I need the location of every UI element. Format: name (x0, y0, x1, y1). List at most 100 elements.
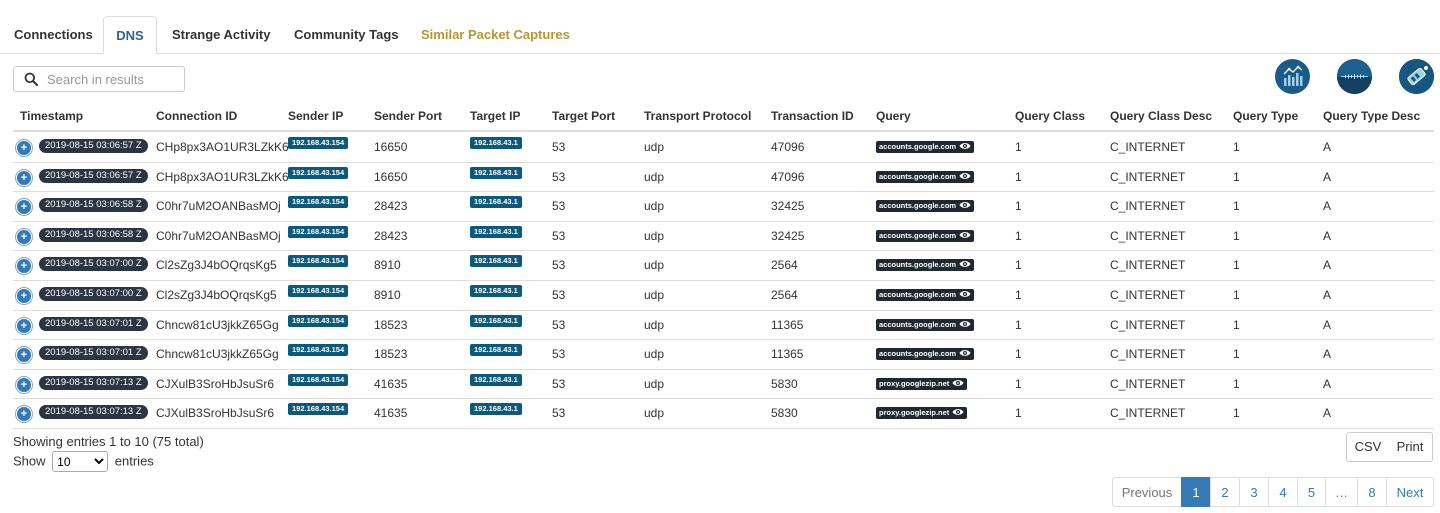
target-ip-badge[interactable]: 192.168.43.1 (470, 196, 522, 209)
connection-id: Chncw81cU3jkkZ65Gg (156, 347, 279, 362)
expand-row-button[interactable]: + (16, 406, 32, 423)
chart-analysis-icon[interactable] (1275, 59, 1310, 94)
expand-row-button[interactable]: + (16, 347, 32, 364)
col-query-class[interactable]: Query Class (1015, 109, 1085, 123)
target-ip-badge[interactable]: 192.168.43.1 (470, 314, 522, 327)
expand-row-button[interactable]: + (16, 140, 32, 156)
connection-id: CJXulB3SroHbJsuSr6 (156, 376, 275, 391)
page-1-button[interactable]: 1 (1181, 477, 1211, 507)
eye-icon[interactable] (952, 378, 964, 392)
col-target-port[interactable]: Target Port (552, 109, 615, 123)
sender-ip-badge[interactable]: 192.168.43.154 (288, 166, 349, 179)
query-text: accounts.google.com (879, 230, 957, 240)
col-sender-port[interactable]: Sender Port (374, 109, 442, 123)
sender-port: 8910 (374, 258, 401, 273)
eye-icon[interactable] (959, 200, 971, 214)
sender-ip-badge[interactable]: 192.168.43.154 (288, 137, 349, 149)
tab-dns[interactable]: DNS (103, 16, 157, 54)
previous-page-button[interactable]: Previous (1112, 477, 1182, 507)
query-type: 1 (1233, 347, 1240, 362)
tab-similar-packet-captures[interactable]: Similar Packet Captures (421, 16, 570, 53)
expand-row-button[interactable]: + (16, 169, 32, 186)
query-class: 1 (1015, 317, 1022, 332)
csv-button[interactable]: CSV (1346, 432, 1390, 462)
page-size-select[interactable]: 102550100 (52, 451, 109, 472)
query-type-desc: A (1323, 406, 1332, 421)
sender-ip-badge[interactable]: 192.168.43.154 (288, 255, 349, 268)
eye-icon[interactable] (959, 171, 971, 185)
expand-row-button[interactable]: + (16, 258, 32, 275)
target-ip-badge[interactable]: 192.168.43.1 (470, 403, 522, 416)
target-ip-badge[interactable]: 192.168.43.1 (470, 285, 522, 297)
packet-capture-icon[interactable] (1399, 59, 1434, 94)
page-5-button[interactable]: 5 (1297, 477, 1326, 507)
eye-icon[interactable] (952, 407, 964, 421)
eye-icon[interactable] (959, 259, 971, 273)
query-class-desc: C_INTERNET (1110, 317, 1186, 332)
tab-connections[interactable]: Connections (14, 16, 93, 53)
col-transaction-id[interactable]: Transaction ID (771, 109, 854, 123)
eye-icon[interactable] (959, 141, 971, 155)
sender-ip-badge[interactable]: 192.168.43.154 (288, 225, 349, 238)
sender-ip-badge[interactable]: 192.168.43.154 (288, 196, 349, 209)
target-ip-badge[interactable]: 192.168.43.1 (470, 137, 522, 149)
search-icon (24, 72, 38, 86)
query-class: 1 (1015, 288, 1022, 302)
expand-row-button[interactable]: + (16, 317, 32, 334)
col-target-ip[interactable]: Target IP (470, 109, 520, 123)
waveform-icon[interactable] (1337, 59, 1372, 94)
transaction-id: 32425 (771, 199, 805, 214)
query-text: accounts.google.com (879, 201, 957, 211)
target-port: 53 (552, 169, 566, 184)
eye-icon[interactable] (959, 289, 971, 303)
eye-icon[interactable] (959, 319, 971, 333)
query-class-desc: C_INTERNET (1110, 169, 1186, 184)
col-query-type-desc[interactable]: Query Type Desc (1323, 109, 1420, 123)
sender-ip-badge[interactable]: 192.168.43.154 (288, 373, 349, 386)
target-ip-badge[interactable]: 192.168.43.1 (470, 225, 522, 238)
eye-icon[interactable] (959, 230, 971, 244)
tab-community-tags[interactable]: Community Tags (294, 16, 399, 53)
next-page-button[interactable]: Next (1386, 477, 1434, 507)
page-3-button[interactable]: 3 (1239, 477, 1269, 507)
target-ip-badge[interactable]: 192.168.43.1 (470, 166, 522, 179)
expand-row-button[interactable]: + (16, 228, 32, 245)
query-type-desc: A (1323, 376, 1332, 391)
target-ip-badge[interactable]: 192.168.43.1 (470, 344, 522, 357)
query-text: proxy.googlezip.net (879, 378, 950, 388)
target-ip-badge[interactable]: 192.168.43.1 (470, 255, 522, 268)
pagination-ellipsis: … (1325, 477, 1358, 507)
eye-icon[interactable] (959, 348, 971, 362)
expand-row-button[interactable]: + (16, 199, 32, 216)
sender-ip-badge[interactable]: 192.168.43.154 (288, 344, 349, 357)
tab-strange-activity[interactable]: Strange Activity (172, 16, 271, 53)
transaction-id: 5830 (771, 406, 798, 421)
query-badge: accounts.google.com (876, 200, 975, 214)
table-row: +2019-08-15 03:07:01 Z Chncw81cU3jkkZ65Gg… (13, 310, 1434, 341)
print-button[interactable]: Print (1388, 432, 1433, 462)
col-connection-id[interactable]: Connection ID (156, 109, 237, 123)
query-class-desc: C_INTERNET (1110, 347, 1186, 362)
sender-ip-badge[interactable]: 192.168.43.154 (288, 285, 349, 297)
query-type: 1 (1233, 228, 1240, 243)
target-ip-badge[interactable]: 192.168.43.1 (470, 373, 522, 386)
col-timestamp[interactable]: Timestamp (20, 109, 83, 123)
col-query[interactable]: Query (876, 109, 911, 123)
target-port: 53 (552, 406, 566, 421)
query-class: 1 (1015, 347, 1022, 362)
page-2-button[interactable]: 2 (1210, 477, 1240, 507)
search-input[interactable] (47, 70, 177, 88)
table-row: +2019-08-15 03:07:00 Z Cl2sZg3J4bOQrqsKg5… (13, 280, 1434, 311)
sender-ip-badge[interactable]: 192.168.43.154 (288, 314, 349, 327)
page-4-button[interactable]: 4 (1268, 477, 1298, 507)
col-transport-protocol[interactable]: Transport Protocol (644, 109, 751, 123)
sender-ip-badge[interactable]: 192.168.43.154 (288, 403, 349, 416)
expand-row-button[interactable]: + (16, 288, 32, 304)
col-query-type[interactable]: Query Type (1233, 109, 1298, 123)
timestamp-badge: 2019-08-15 03:07:01 Z (39, 316, 148, 331)
col-query-class-desc[interactable]: Query Class Desc (1110, 109, 1212, 123)
expand-row-button[interactable]: + (16, 376, 32, 393)
query-type-desc: A (1323, 347, 1332, 362)
col-sender-ip[interactable]: Sender IP (288, 109, 343, 123)
page-8-button[interactable]: 8 (1357, 477, 1387, 507)
